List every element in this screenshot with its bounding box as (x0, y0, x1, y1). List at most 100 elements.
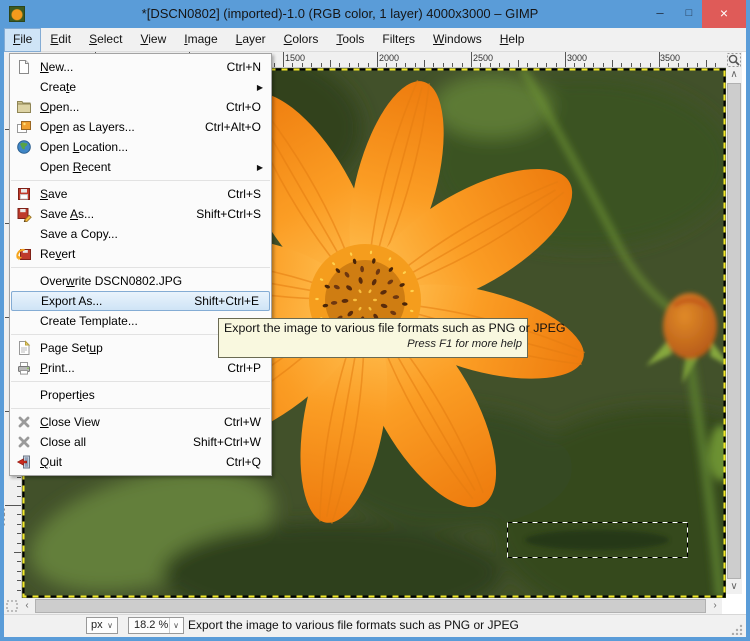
menubar-item-colors[interactable]: Colors (275, 28, 328, 52)
menu-icon-placeholder (16, 273, 34, 289)
ruler-tick (583, 63, 585, 67)
gimp-window: { "window": { "title": "*[DSCN0802] (imp… (0, 0, 750, 641)
menu-item-close-view[interactable]: Close View Ctrl+W (10, 412, 271, 432)
ruler-tick (677, 63, 679, 67)
unit-select[interactable]: px ∨ (86, 617, 118, 634)
menubar-item-select[interactable]: Select (80, 28, 131, 52)
printer-icon (16, 360, 34, 376)
revert-icon (16, 246, 34, 262)
scroll-down-icon[interactable]: ∨ (726, 580, 742, 594)
menu-item-shortcut: Ctrl+Q (225, 455, 261, 469)
maximize-button[interactable]: □ (676, 0, 702, 28)
menu-item-label: Create (40, 80, 77, 94)
save-icon (16, 186, 34, 202)
menu-item-close-all[interactable]: Close all Shift+Ctrl+W (10, 432, 271, 452)
ruler-tick (17, 542, 21, 544)
menu-item-overwrite-dscn0802-jpg[interactable]: Overwrite DSCN0802.JPG (10, 271, 271, 291)
submenu-arrow-icon: ▶ (256, 162, 263, 172)
menu-item-save-a-copy[interactable]: Save a Copy... (10, 224, 271, 244)
ruler-tick (17, 589, 21, 591)
menu-item-label: Save a Copy... (40, 227, 118, 241)
menubar-item-file[interactable]: File (4, 28, 42, 52)
menu-item-shortcut: Ctrl+W (224, 415, 261, 429)
menu-item-new[interactable]: New... Ctrl+N (10, 57, 271, 77)
menubar-item-image[interactable]: Image (175, 28, 226, 52)
window-thumbnail-icon[interactable] (9, 6, 25, 22)
ruler-tick (348, 63, 350, 67)
menubar-item-view[interactable]: View (131, 28, 175, 52)
menu-item-save[interactable]: Save Ctrl+S (10, 184, 271, 204)
menubar-item-filters[interactable]: Filters (373, 28, 424, 52)
submenu-arrow-icon: ▶ (256, 82, 263, 92)
horizontal-scrollbar-thumb[interactable] (35, 599, 706, 613)
quit-icon (16, 454, 34, 470)
menubar-item-edit[interactable]: Edit (41, 28, 80, 52)
menu-item-export-as[interactable]: Export As... Shift+Ctrl+E (11, 291, 270, 311)
file-menu: New... Ctrl+N Create ▶ Open... Ctrl+O Open as … (9, 53, 272, 476)
menu-item-print[interactable]: Print... Ctrl+P (10, 358, 271, 378)
window-title: *[DSCN0802] (imported)-1.0 (RGB color, 1… (141, 6, 539, 21)
vertical-scrollbar-thumb[interactable] (727, 83, 741, 579)
minimize-button[interactable]: – (646, 0, 674, 28)
save-as-icon (16, 206, 34, 223)
menu-item-label: Save As... (40, 207, 95, 221)
ruler-tick (649, 63, 651, 67)
ruler-tick (527, 63, 529, 67)
vertical-scrollbar[interactable]: ∧ ∨ (726, 68, 742, 594)
menu-item-shortcut: Ctrl+Alt+O (204, 120, 261, 134)
chevron-down-icon: ∨ (169, 618, 182, 633)
menu-item-create[interactable]: Create ▶ (10, 77, 271, 97)
menu-item-properties[interactable]: Properties (10, 385, 271, 405)
ruler-tick (630, 63, 632, 67)
ruler-tick (442, 63, 444, 67)
menu-icon-placeholder (17, 293, 35, 309)
ruler-tick (17, 561, 21, 563)
menu-item-label: Close all (40, 435, 87, 449)
ruler-tick (602, 63, 604, 67)
menu-separator (11, 381, 270, 382)
ruler-tick (499, 63, 501, 67)
zoom-select[interactable]: 18.2 % ∨ (128, 617, 184, 634)
ruler-tick (292, 63, 294, 67)
menu-item-label: Open Recent (40, 160, 111, 174)
menu-item-shortcut: Ctrl+S (227, 187, 261, 201)
scroll-left-icon[interactable]: ‹ (20, 598, 34, 614)
menu-item-open-location[interactable]: Open Location... (10, 137, 271, 157)
menubar-item-windows[interactable]: Windows (424, 28, 491, 52)
menu-item-shortcut: Shift+Ctrl+S (196, 207, 261, 221)
menubar-item-tools[interactable]: Tools (327, 28, 373, 52)
resize-grip[interactable] (731, 623, 743, 636)
zoom-follow-window-button[interactable] (726, 52, 742, 68)
menu-item-label: Quit (40, 455, 63, 469)
menubar-item-layer[interactable]: Layer (227, 28, 275, 52)
close-button[interactable]: × (702, 0, 746, 28)
scroll-right-icon[interactable]: › (708, 598, 722, 614)
menu-item-label: Print... (40, 361, 75, 375)
menu-icon-placeholder (16, 159, 34, 175)
menu-item-quit[interactable]: Quit Ctrl+Q (10, 452, 271, 472)
menu-item-open[interactable]: Open... Ctrl+O (10, 97, 271, 117)
ruler-tick (565, 52, 566, 67)
ruler-tick (405, 63, 407, 67)
menu-item-revert[interactable]: Revert (10, 244, 271, 264)
window-border-bottom (0, 637, 750, 641)
menu-item-shortcut: Ctrl+O (225, 100, 261, 114)
scroll-up-icon[interactable]: ∧ (726, 68, 742, 82)
menu-item-shortcut: Ctrl+N (226, 60, 261, 74)
ruler-tick (17, 486, 21, 488)
titlebar[interactable]: *[DSCN0802] (imported)-1.0 (RGB color, 1… (0, 0, 750, 28)
menu-item-label: Open as Layers... (40, 120, 135, 134)
menu-item-open-recent[interactable]: Open Recent ▶ (10, 157, 271, 177)
ruler-tick (17, 570, 21, 572)
ruler-tick (395, 63, 397, 67)
menu-item-save-as[interactable]: Save As... Shift+Ctrl+S (10, 204, 271, 224)
ruler-tick (555, 63, 557, 67)
quick-mask-toggle-icon[interactable] (4, 598, 20, 614)
statusbar: px ∨ 18.2 % ∨ Export the image to variou… (4, 614, 746, 637)
horizontal-scrollbar[interactable]: ‹ › (4, 598, 722, 614)
menu-item-open-as-layers[interactable]: Open as Layers... Ctrl+Alt+O (10, 117, 271, 137)
menubar: File Edit Select View Image Layer Colors Tools F… (4, 28, 746, 52)
menubar-item-help[interactable]: Help (491, 28, 534, 52)
ruler-tick (17, 514, 21, 516)
page-setup-icon (16, 340, 34, 356)
